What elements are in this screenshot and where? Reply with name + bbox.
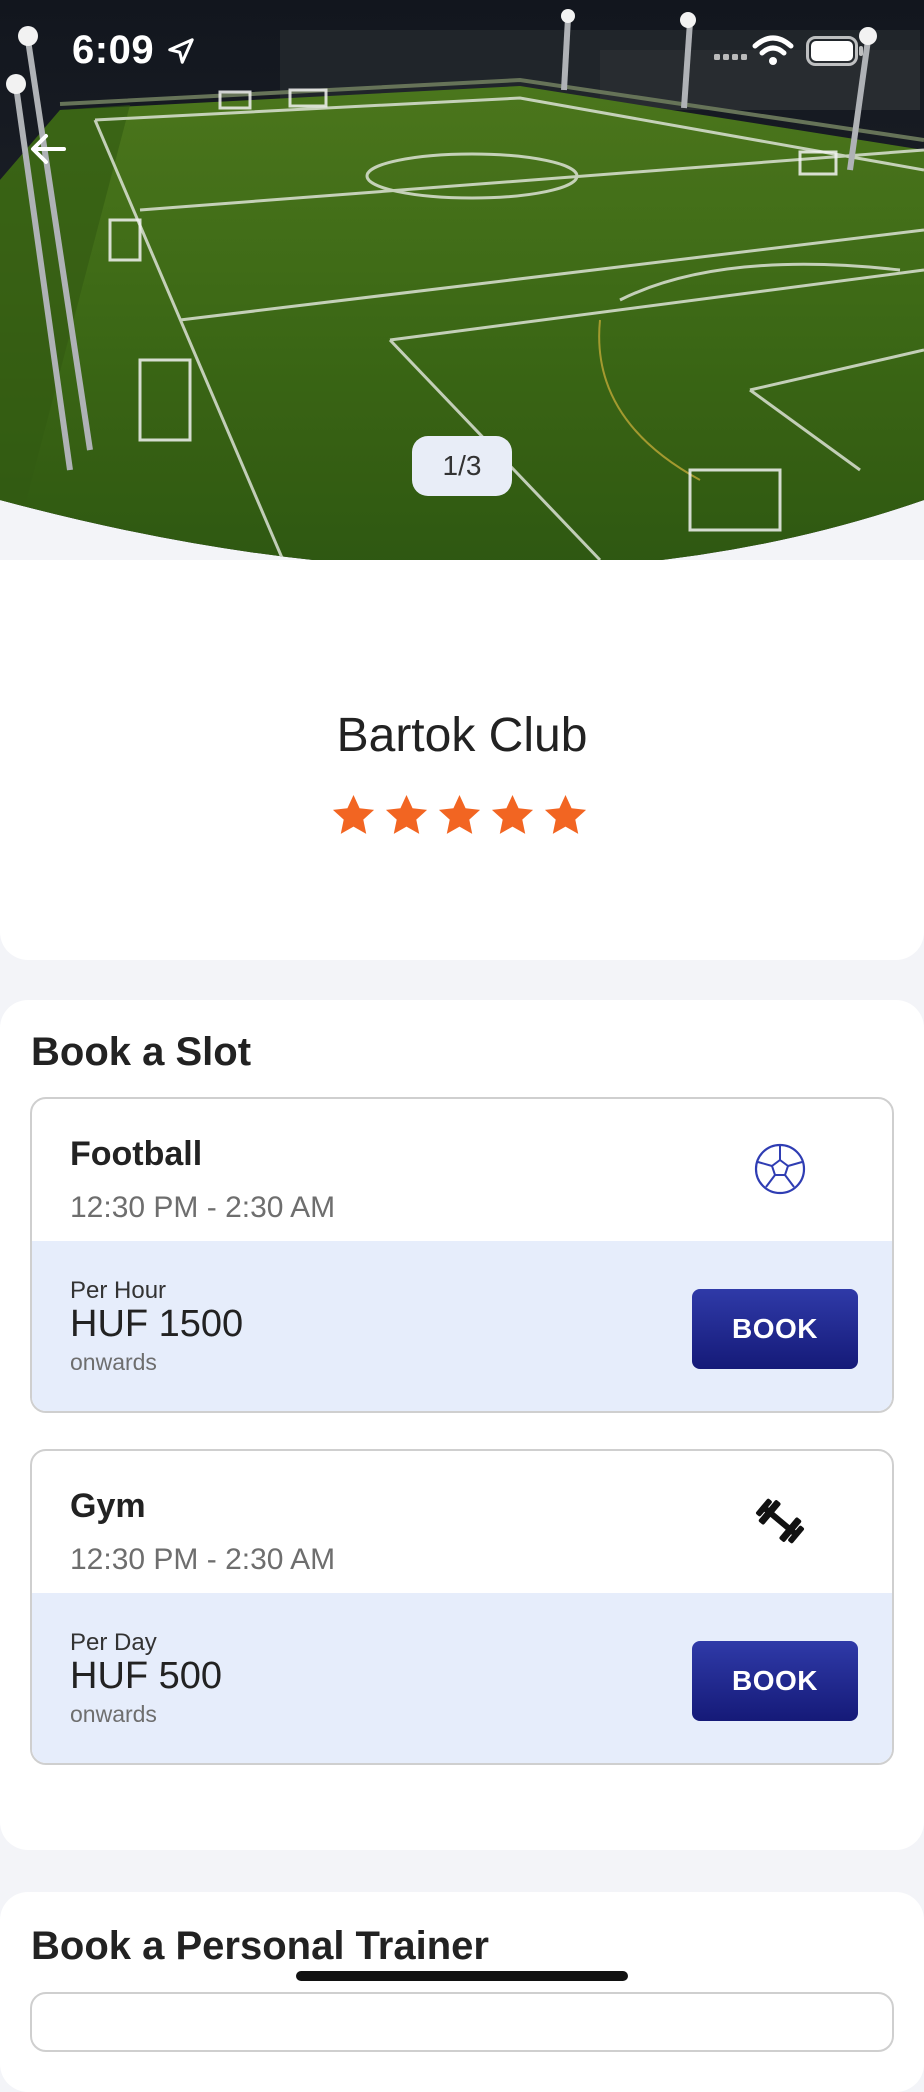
rating-stars xyxy=(330,792,594,848)
trainer-card[interactable] xyxy=(30,1992,894,2052)
star-icon xyxy=(491,794,534,834)
price-panel: Per Hour HUF 1500 onwards BOOK xyxy=(32,1241,892,1411)
price-note: onwards xyxy=(70,1349,157,1375)
slot-card-gym: Gym 12:30 PM - 2:30 AM Per Day HUF 500 o… xyxy=(30,1449,894,1765)
price-unit: Per Hour xyxy=(70,1277,167,1304)
book-slot-section: Book a Slot Football 12:30 PM - 2:30 AM … xyxy=(0,1000,924,1850)
wifi-icon xyxy=(752,35,794,65)
star-icon xyxy=(385,794,428,834)
section-title: Book a Slot xyxy=(31,1030,252,1074)
back-button[interactable] xyxy=(24,124,74,174)
status-bar: 6:09 xyxy=(0,0,924,104)
location-arrow-icon xyxy=(168,38,194,64)
slot-time: 12:30 PM - 2:30 AM xyxy=(70,1543,336,1576)
price-value: HUF 1500 xyxy=(70,1303,244,1345)
price-note: onwards xyxy=(70,1701,157,1727)
soccer-ball-icon xyxy=(754,1143,806,1195)
star-icon xyxy=(332,794,375,834)
club-name: Bartok Club xyxy=(336,709,588,762)
slot-name: Football xyxy=(70,1135,203,1173)
slot-card-football: Football 12:30 PM - 2:30 AM Per Hour HUF… xyxy=(30,1097,894,1413)
price-value: HUF 500 xyxy=(70,1655,223,1697)
hero-image-carousel[interactable]: 6:09 1/3 xyxy=(0,0,924,600)
status-time: 6:09 xyxy=(72,28,155,72)
price-unit: Per Day xyxy=(70,1629,157,1656)
section-title: Book a Personal Trainer xyxy=(31,1924,489,1968)
price-panel: Per Day HUF 500 onwards BOOK xyxy=(32,1593,892,1763)
slot-time: 12:30 PM - 2:30 AM xyxy=(70,1191,336,1224)
star-icon xyxy=(544,794,587,834)
dumbbell-icon xyxy=(756,1498,804,1544)
club-header-card: Bartok Club xyxy=(0,560,924,960)
home-indicator xyxy=(296,1971,628,1981)
slot-name: Gym xyxy=(70,1487,146,1525)
arrow-left-icon xyxy=(31,134,66,164)
book-button[interactable]: BOOK xyxy=(692,1289,858,1369)
battery-icon xyxy=(806,36,863,66)
star-icon xyxy=(438,794,481,834)
personal-trainer-section: Book a Personal Trainer xyxy=(0,1892,924,2092)
signal-icon xyxy=(714,54,747,60)
book-button[interactable]: BOOK xyxy=(692,1641,858,1721)
carousel-counter: 1/3 xyxy=(412,436,512,496)
